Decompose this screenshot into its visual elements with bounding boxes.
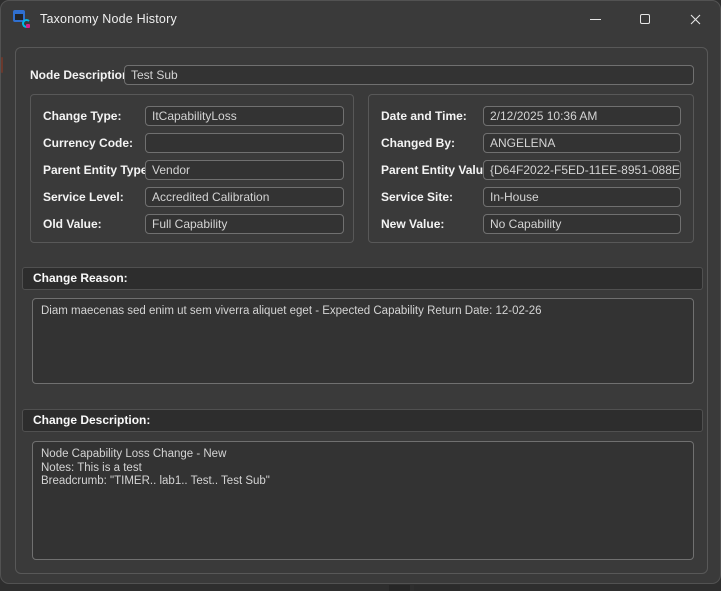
close-button[interactable] xyxy=(670,1,720,37)
change-type-label: Change Type: xyxy=(43,106,121,127)
parent-entity-type-label: Parent Entity Type: xyxy=(43,160,151,181)
changed-by-field[interactable]: ANGELENA xyxy=(483,133,681,153)
edge-artifact xyxy=(1,57,3,73)
window-title: Taxonomy Node History xyxy=(40,12,177,26)
old-value-label: Old Value: xyxy=(43,214,102,235)
app-icon-magenta-dot xyxy=(26,24,30,28)
change-reason-textarea[interactable]: Diam maecenas sed enim ut sem viverra al… xyxy=(32,298,694,384)
service-level-field[interactable]: Accredited Calibration xyxy=(145,187,344,207)
service-site-field[interactable]: In-House xyxy=(483,187,681,207)
background-window-fragment xyxy=(389,585,410,591)
titlebar[interactable]: Taxonomy Node History xyxy=(1,1,720,37)
service-site-label: Service Site: xyxy=(381,187,453,208)
change-description-header: Change Description: xyxy=(22,409,703,432)
new-value-label: New Value: xyxy=(381,214,444,235)
currency-code-field[interactable] xyxy=(145,133,344,153)
parent-entity-value-field[interactable]: {D64F2022-F5ED-11EE-8951-088E901F3 xyxy=(483,160,681,180)
node-description-label: Node Description: xyxy=(30,65,133,86)
service-level-label: Service Level: xyxy=(43,187,124,208)
change-type-field[interactable]: ItCapabilityLoss xyxy=(145,106,344,126)
content-panel: Node Description: Test Sub Change Type: … xyxy=(15,47,708,574)
minimize-icon xyxy=(590,19,601,20)
old-value-field[interactable]: Full Capability xyxy=(145,214,344,234)
close-icon xyxy=(690,14,701,25)
date-and-time-label: Date and Time: xyxy=(381,106,467,127)
window-controls xyxy=(570,1,720,37)
parent-entity-type-field[interactable]: Vendor xyxy=(145,160,344,180)
parent-entity-value-label: Parent Entity Value: xyxy=(381,160,494,181)
currency-code-label: Currency Code: xyxy=(43,133,133,154)
minimize-button[interactable] xyxy=(570,1,620,37)
date-and-time-field[interactable]: 2/12/2025 10:36 AM xyxy=(483,106,681,126)
app-icon xyxy=(13,10,31,28)
maximize-icon xyxy=(640,14,650,24)
left-field-group: Change Type: ItCapabilityLoss Currency C… xyxy=(30,94,354,243)
change-reason-header: Change Reason: xyxy=(22,267,703,290)
change-description-textarea[interactable]: Node Capability Loss Change - New Notes:… xyxy=(32,441,694,560)
node-description-field[interactable]: Test Sub xyxy=(124,65,694,85)
background-window-fragment xyxy=(414,585,460,591)
maximize-button[interactable] xyxy=(620,1,670,37)
new-value-field[interactable]: No Capability xyxy=(483,214,681,234)
dialog-window: Taxonomy Node History Node Description: … xyxy=(0,0,721,584)
right-field-group: Date and Time: 2/12/2025 10:36 AM Change… xyxy=(368,94,694,243)
changed-by-label: Changed By: xyxy=(381,133,455,154)
